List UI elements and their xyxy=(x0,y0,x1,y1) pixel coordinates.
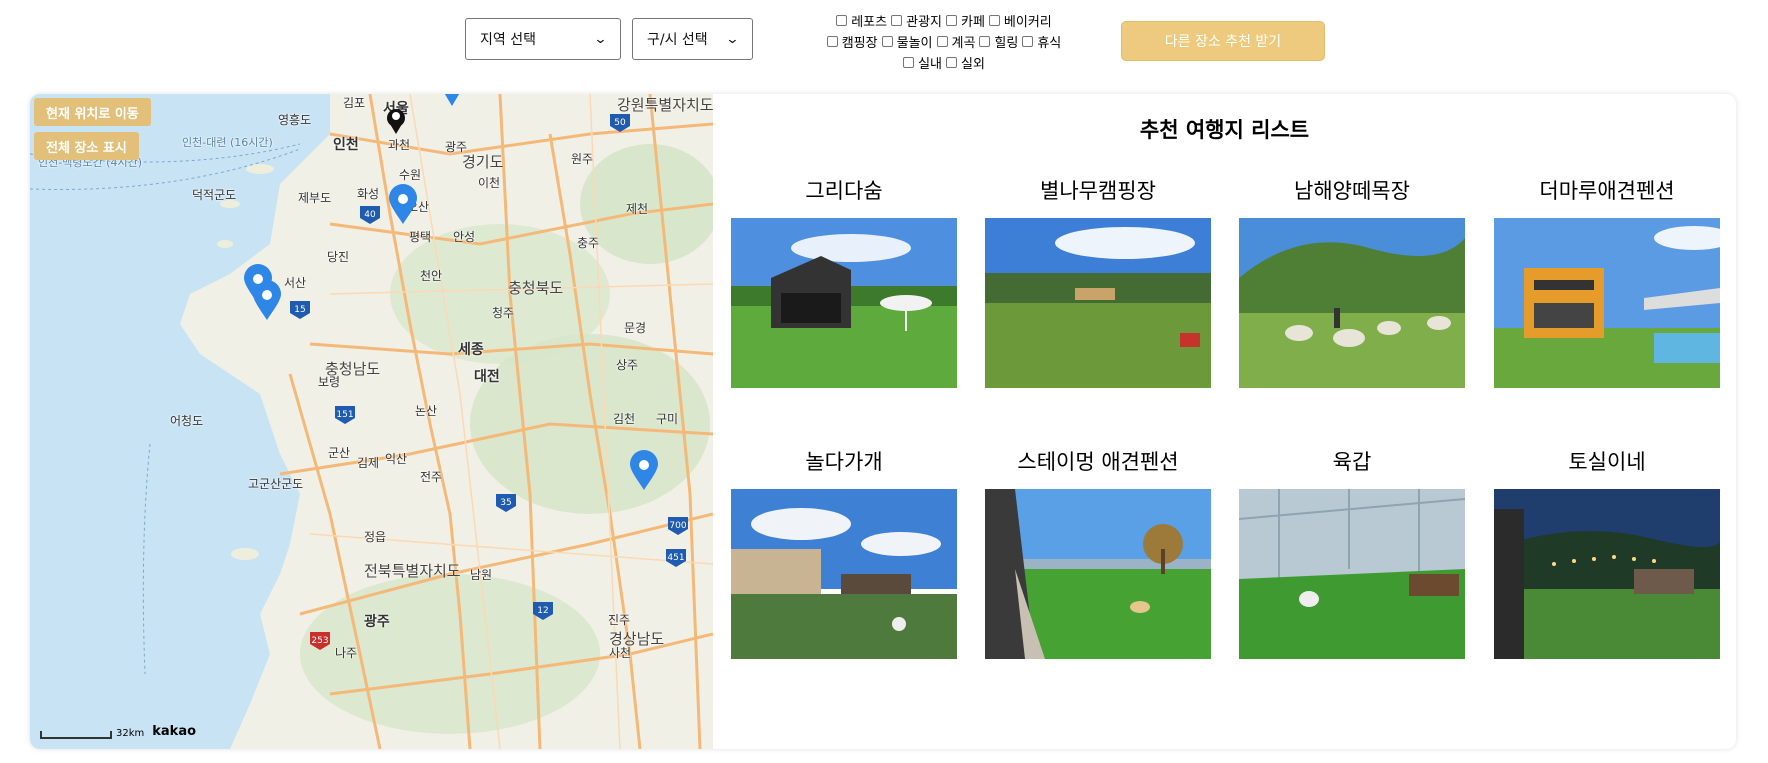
place-label: 진주 xyxy=(608,613,631,627)
place-label: 어청도 xyxy=(170,414,204,428)
chevron-down-icon: ⌄ xyxy=(593,31,608,47)
region-select[interactable]: 지역 선택 ⌄ xyxy=(465,18,621,60)
kakao-logo: kakao xyxy=(152,724,197,739)
main-card: 강원특별자치도 경기도 충청북도 충청남도 전북특별자치도 경상남도 서울 인천… xyxy=(30,94,1736,749)
map-scale: 32km kakao xyxy=(40,724,196,739)
place-label: 정읍 xyxy=(364,530,387,544)
place-label: 대전 xyxy=(474,369,500,385)
category-checkbox[interactable]: 계곡 xyxy=(936,32,975,51)
place-label: 이천 xyxy=(478,176,501,190)
sea-route-label: 인천-대련 (16시간) xyxy=(182,136,273,149)
place-label: 서울 xyxy=(383,101,409,117)
place-label: 사천 xyxy=(609,646,632,660)
place-label: 인천 xyxy=(333,137,359,153)
show-all-places-button[interactable]: 전체 장소 표시 xyxy=(34,132,139,160)
place-name: 토실이네 xyxy=(1568,450,1646,474)
list-item[interactable]: 더마루애견펜션 xyxy=(1494,176,1720,388)
place-label: 광주 xyxy=(364,614,390,630)
place-photo[interactable] xyxy=(1494,489,1720,659)
place-photo[interactable] xyxy=(1239,489,1465,659)
current-location-button[interactable]: 현재 위치로 이동 xyxy=(34,98,151,126)
region-select-value: 지역 선택 xyxy=(480,32,536,48)
place-label: 나주 xyxy=(335,646,358,660)
category-checkbox[interactable]: 베이커리 xyxy=(988,11,1052,30)
place-label: 천안 xyxy=(420,269,443,283)
place-name: 남해양떼목장 xyxy=(1294,179,1410,203)
place-label: 충주 xyxy=(577,236,600,250)
place-label: 전주 xyxy=(420,470,443,484)
place-label: 김제 xyxy=(357,456,380,470)
chevron-down-icon: ⌄ xyxy=(725,31,740,47)
category-checkbox[interactable]: 휴식 xyxy=(1022,32,1061,51)
region-label: 경기도 xyxy=(462,153,504,171)
place-label: 구미 xyxy=(656,412,679,426)
category-checkbox[interactable]: 캠핑장 xyxy=(826,32,878,51)
place-photo[interactable] xyxy=(1239,218,1465,388)
place-label: 제천 xyxy=(626,202,649,216)
place-name: 별나무캠핑장 xyxy=(1040,179,1156,203)
place-name: 그리다숨 xyxy=(805,179,883,203)
place-label: 김포 xyxy=(343,96,366,110)
place-label: 덕적군도 xyxy=(192,188,237,202)
category-checkbox[interactable]: 실외 xyxy=(946,53,985,72)
place-label: 군산 xyxy=(328,446,351,460)
place-label: 안성 xyxy=(453,230,476,244)
city-select[interactable]: 구/시 선택 ⌄ xyxy=(632,18,753,60)
scale-label: 32km xyxy=(116,728,145,739)
category-checkbox[interactable]: 실내 xyxy=(903,53,942,72)
place-label: 과천 xyxy=(388,138,411,152)
place-name: 육갑 xyxy=(1332,450,1372,474)
place-label: 화성 xyxy=(357,187,380,201)
category-checkbox[interactable]: 레포츠 xyxy=(836,11,887,30)
place-label: 오산 xyxy=(407,200,430,214)
place-label: 김천 xyxy=(613,412,636,426)
list-item[interactable]: 놀다가개 xyxy=(731,447,957,659)
region-label: 전북특별자치도 xyxy=(364,562,461,580)
list-item[interactable]: 그리다숨 xyxy=(731,176,957,388)
place-name: 스테이멍 애견펜션 xyxy=(1017,450,1179,474)
place-name: 더마루애견펜션 xyxy=(1539,179,1675,203)
list-item[interactable]: 스테이멍 애견펜션 xyxy=(985,447,1211,659)
place-label: 익산 xyxy=(385,452,408,466)
place-label: 고군산군도 xyxy=(248,477,304,491)
region-label: 충청북도 xyxy=(508,279,564,297)
place-name: 놀다가개 xyxy=(805,450,883,474)
place-label: 세종 xyxy=(458,342,484,358)
city-select-value: 구/시 선택 xyxy=(647,32,708,48)
category-checkbox[interactable]: 힐링 xyxy=(979,32,1018,51)
list-item[interactable]: 별나무캠핑장 xyxy=(985,176,1211,388)
place-label: 상주 xyxy=(616,358,639,372)
place-label: 당진 xyxy=(327,250,350,264)
place-photo[interactable] xyxy=(985,489,1211,659)
category-checkbox[interactable]: 카페 xyxy=(946,11,985,30)
place-photo[interactable] xyxy=(731,218,957,388)
scale-bar xyxy=(40,731,112,739)
map[interactable]: 강원특별자치도 경기도 충청북도 충청남도 전북특별자치도 경상남도 서울 인천… xyxy=(30,94,713,749)
place-label: 문경 xyxy=(624,321,647,335)
place-label: 남원 xyxy=(470,568,493,582)
category-filters: 레포츠 관광지 카페 베이커리 캠핑장 물놀이 계곡 힐링 휴식 실내 실외 xyxy=(784,10,1104,73)
place-photo[interactable] xyxy=(731,489,957,659)
list-item[interactable]: 육갑 xyxy=(1239,447,1465,659)
list-item[interactable]: 남해양떼목장 xyxy=(1239,176,1465,388)
place-label: 평택 xyxy=(409,230,432,244)
place-label: 보령 xyxy=(318,375,341,389)
recommend-button[interactable]: 다른 장소 추천 받기 xyxy=(1121,21,1325,61)
place-label: 원주 xyxy=(571,152,594,166)
list-item[interactable]: 토실이네 xyxy=(1494,447,1720,659)
category-checkbox[interactable]: 관광지 xyxy=(891,11,942,30)
place-label: 제부도 xyxy=(298,191,332,205)
place-photo[interactable] xyxy=(985,218,1211,388)
region-label: 강원특별자치도 xyxy=(617,96,713,114)
place-label: 영흥도 xyxy=(278,113,312,127)
place-label: 광주 xyxy=(445,140,468,154)
place-label: 논산 xyxy=(415,404,438,418)
list-title: 추천 여행지 리스트 xyxy=(1139,118,1310,142)
place-label: 서산 xyxy=(284,276,307,290)
place-photo[interactable] xyxy=(1494,218,1720,388)
category-checkbox[interactable]: 물놀이 xyxy=(881,32,933,51)
place-label: 청주 xyxy=(492,306,515,320)
place-label: 수원 xyxy=(399,168,422,182)
